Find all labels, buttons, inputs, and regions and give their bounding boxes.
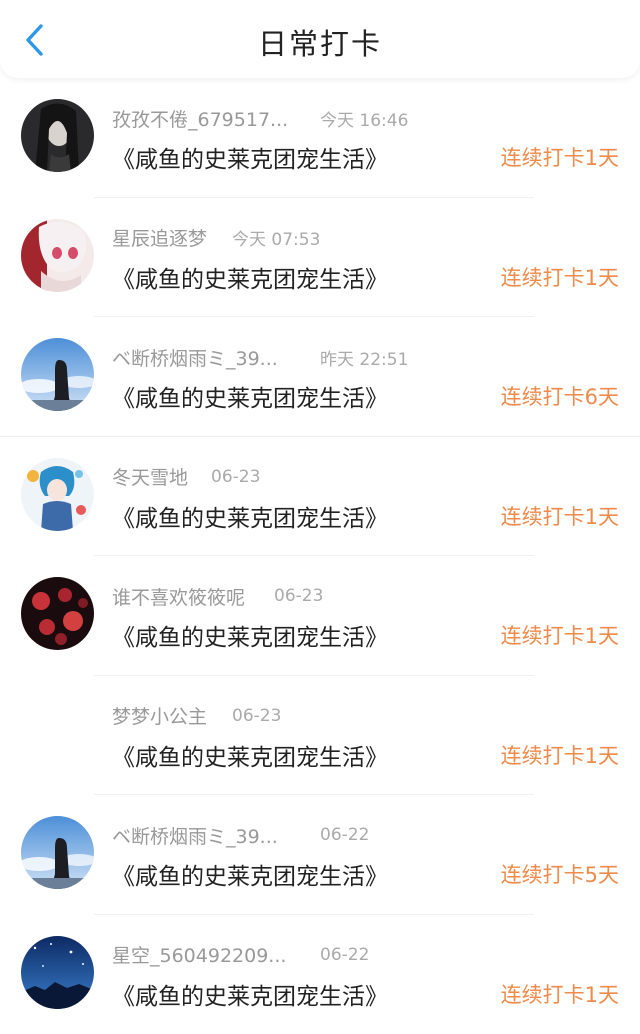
list-item[interactable]: ベ断桥烟雨ミ_39... 06-22 《咸鱼的史莱克团宠生活》 连续打卡5天: [0, 795, 640, 915]
checkin-meta: 梦梦小公主 06-23: [112, 703, 281, 729]
book-title[interactable]: 《咸鱼的史莱克团宠生活》: [112, 379, 388, 413]
checkin-time: 今天 16:46: [320, 106, 408, 131]
list-item[interactable]: 孜孜不倦_679517... 今天 16:46 《咸鱼的史莱克团宠生活》 连续打…: [0, 78, 640, 198]
avatar[interactable]: [21, 816, 94, 889]
checkin-meta: ベ断桥烟雨ミ_39... 06-22: [112, 822, 369, 848]
user-name[interactable]: 孜孜不倦_679517...: [112, 105, 320, 132]
avatar-blank-image: [21, 697, 94, 770]
checkin-meta: 星空_560492209... 06-22: [112, 942, 369, 968]
checkin-time: 06-23: [211, 467, 260, 487]
avatar-sky-silhouette-image: [21, 816, 94, 889]
list-item[interactable]: 梦梦小公主 06-23 《咸鱼的史莱克团宠生活》 连续打卡1天: [0, 676, 640, 796]
checkin-time: 06-22: [320, 945, 369, 965]
checkin-time: 06-22: [320, 825, 369, 845]
streak-text: 连续打卡1天: [501, 740, 619, 770]
list-item[interactable]: 冬天雪地 06-23 《咸鱼的史莱克团宠生活》 连续打卡1天: [0, 437, 640, 557]
user-name[interactable]: ベ断桥烟雨ミ_39...: [112, 822, 320, 849]
user-name[interactable]: 谁不喜欢筱筱呢: [112, 583, 274, 610]
avatar-sky-silhouette-image: [21, 338, 94, 411]
list-item[interactable]: ベ断桥烟雨ミ_39... 昨天 22:51 《咸鱼的史莱克团宠生活》 连续打卡6…: [0, 317, 640, 437]
streak-text: 连续打卡1天: [501, 142, 619, 172]
avatar-red-roses-image: [21, 577, 94, 650]
top-bar: 日常打卡: [0, 0, 640, 78]
checkin-meta: ベ断桥烟雨ミ_39... 昨天 22:51: [112, 344, 408, 370]
streak-text: 连续打卡1天: [501, 501, 619, 531]
page-title: 日常打卡: [0, 21, 640, 63]
avatar[interactable]: [21, 577, 94, 650]
checkin-meta: 孜孜不倦_679517... 今天 16:46: [112, 105, 408, 131]
book-title[interactable]: 《咸鱼的史莱克团宠生活》: [112, 618, 388, 652]
user-name[interactable]: 星辰追逐梦: [112, 224, 232, 251]
book-title[interactable]: 《咸鱼的史莱克团宠生活》: [112, 140, 388, 174]
avatar-night-sky-image: [21, 936, 94, 1009]
avatar-anime-pink-image: [21, 219, 94, 292]
book-title[interactable]: 《咸鱼的史莱克团宠生活》: [112, 499, 388, 533]
checkin-time: 06-23: [232, 706, 281, 726]
checkin-meta: 冬天雪地 06-23: [112, 464, 260, 490]
user-name[interactable]: ベ断桥烟雨ミ_39...: [112, 344, 320, 371]
user-name[interactable]: 星空_560492209...: [112, 941, 320, 968]
streak-text: 连续打卡6天: [501, 381, 619, 411]
streak-text: 连续打卡1天: [501, 979, 619, 1009]
streak-text: 连续打卡1天: [501, 620, 619, 650]
avatar[interactable]: [21, 338, 94, 411]
avatar[interactable]: [21, 99, 94, 172]
checkin-time: 昨天 22:51: [320, 345, 408, 370]
avatar-anime-blue-image: [21, 458, 94, 531]
avatar[interactable]: [21, 936, 94, 1009]
avatar[interactable]: [21, 697, 94, 770]
book-title[interactable]: 《咸鱼的史莱克团宠生活》: [112, 857, 388, 891]
avatar[interactable]: [21, 219, 94, 292]
checkin-time: 06-23: [274, 586, 323, 606]
checkin-meta: 星辰追逐梦 今天 07:53: [112, 225, 320, 251]
user-name[interactable]: 梦梦小公主: [112, 702, 232, 729]
list-item[interactable]: 谁不喜欢筱筱呢 06-23 《咸鱼的史莱克团宠生活》 连续打卡1天: [0, 556, 640, 676]
checkin-time: 今天 07:53: [232, 225, 320, 250]
list-item[interactable]: 星辰追逐梦 今天 07:53 《咸鱼的史莱克团宠生活》 连续打卡1天: [0, 198, 640, 318]
book-title[interactable]: 《咸鱼的史莱克团宠生活》: [112, 977, 388, 1011]
book-title[interactable]: 《咸鱼的史莱克团宠生活》: [112, 260, 388, 294]
avatar-girl-dark-image: [21, 99, 94, 172]
book-title[interactable]: 《咸鱼的史莱克团宠生活》: [112, 738, 388, 772]
list-item[interactable]: 星空_560492209... 06-22 《咸鱼的史莱克团宠生活》 连续打卡1…: [0, 915, 640, 1034]
checkin-list: 孜孜不倦_679517... 今天 16:46 《咸鱼的史莱克团宠生活》 连续打…: [0, 78, 640, 1034]
streak-text: 连续打卡1天: [501, 262, 619, 292]
avatar[interactable]: [21, 458, 94, 531]
user-name[interactable]: 冬天雪地: [112, 463, 211, 490]
checkin-meta: 谁不喜欢筱筱呢 06-23: [112, 583, 323, 609]
streak-text: 连续打卡5天: [501, 859, 619, 889]
